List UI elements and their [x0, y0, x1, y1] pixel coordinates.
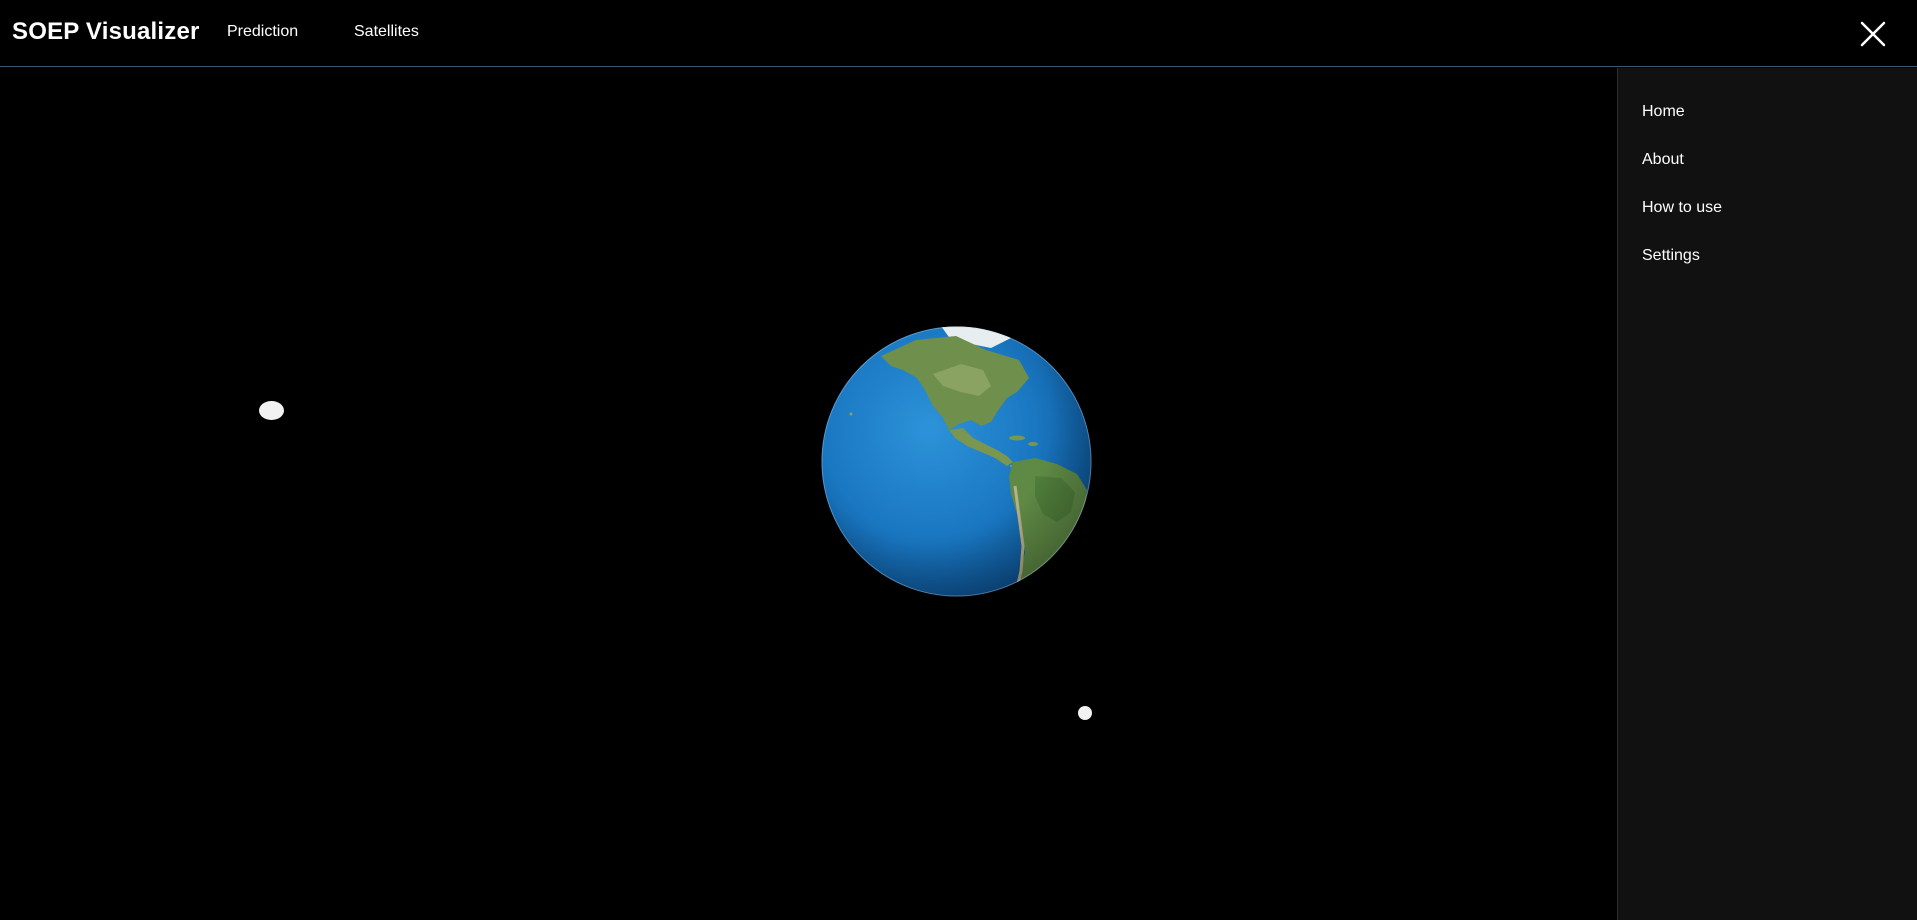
sidebar-item-settings[interactable]: Settings — [1642, 247, 1700, 265]
close-icon[interactable] — [1858, 19, 1888, 49]
app-brand[interactable]: SOEP Visualizer — [12, 18, 200, 46]
earth-globe[interactable] — [821, 326, 1092, 597]
satellite-marker[interactable] — [259, 401, 284, 420]
3d-scene-canvas[interactable] — [0, 68, 1617, 920]
sidebar-item-about[interactable]: About — [1642, 151, 1684, 169]
nav-prediction[interactable]: Prediction — [227, 23, 298, 41]
sidebar-item-home[interactable]: Home — [1642, 103, 1685, 121]
sidebar-item-how-to-use[interactable]: How to use — [1642, 199, 1722, 217]
satellite-marker[interactable] — [1078, 706, 1092, 720]
side-menu-panel: Home About How to use Settings — [1617, 68, 1917, 920]
top-navbar: SOEP Visualizer Prediction Satellites — [0, 0, 1917, 67]
nav-satellites[interactable]: Satellites — [354, 23, 419, 41]
